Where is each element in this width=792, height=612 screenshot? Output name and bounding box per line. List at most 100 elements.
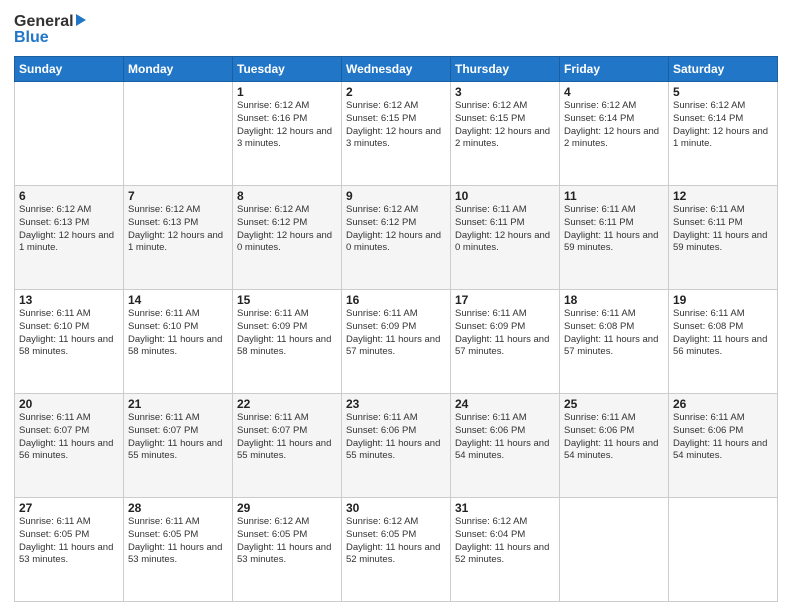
day-number: 6 bbox=[19, 189, 119, 203]
day-number: 1 bbox=[237, 85, 337, 99]
day-info: Sunrise: 6:11 AM Sunset: 6:10 PM Dayligh… bbox=[19, 308, 119, 359]
calendar-cell bbox=[560, 498, 669, 602]
day-number: 20 bbox=[19, 397, 119, 411]
calendar-cell: 24Sunrise: 6:11 AM Sunset: 6:06 PM Dayli… bbox=[451, 394, 560, 498]
calendar-header-tuesday: Tuesday bbox=[233, 57, 342, 82]
day-info: Sunrise: 6:12 AM Sunset: 6:05 PM Dayligh… bbox=[237, 516, 337, 567]
calendar-cell: 19Sunrise: 6:11 AM Sunset: 6:08 PM Dayli… bbox=[669, 290, 778, 394]
calendar-cell: 10Sunrise: 6:11 AM Sunset: 6:11 PM Dayli… bbox=[451, 186, 560, 290]
day-number: 7 bbox=[128, 189, 228, 203]
day-number: 10 bbox=[455, 189, 555, 203]
day-info: Sunrise: 6:11 AM Sunset: 6:10 PM Dayligh… bbox=[128, 308, 228, 359]
calendar-cell: 8Sunrise: 6:12 AM Sunset: 6:12 PM Daylig… bbox=[233, 186, 342, 290]
calendar-header-friday: Friday bbox=[560, 57, 669, 82]
day-number: 5 bbox=[673, 85, 773, 99]
day-info: Sunrise: 6:11 AM Sunset: 6:09 PM Dayligh… bbox=[346, 308, 446, 359]
day-number: 3 bbox=[455, 85, 555, 99]
day-info: Sunrise: 6:12 AM Sunset: 6:13 PM Dayligh… bbox=[19, 204, 119, 255]
day-info: Sunrise: 6:12 AM Sunset: 6:14 PM Dayligh… bbox=[673, 100, 773, 151]
day-number: 22 bbox=[237, 397, 337, 411]
day-info: Sunrise: 6:12 AM Sunset: 6:12 PM Dayligh… bbox=[346, 204, 446, 255]
calendar-cell: 20Sunrise: 6:11 AM Sunset: 6:07 PM Dayli… bbox=[15, 394, 124, 498]
calendar-cell: 13Sunrise: 6:11 AM Sunset: 6:10 PM Dayli… bbox=[15, 290, 124, 394]
calendar-cell: 14Sunrise: 6:11 AM Sunset: 6:10 PM Dayli… bbox=[124, 290, 233, 394]
logo: GeneralBlue bbox=[14, 10, 94, 48]
day-info: Sunrise: 6:11 AM Sunset: 6:08 PM Dayligh… bbox=[673, 308, 773, 359]
day-info: Sunrise: 6:11 AM Sunset: 6:09 PM Dayligh… bbox=[237, 308, 337, 359]
day-info: Sunrise: 6:12 AM Sunset: 6:05 PM Dayligh… bbox=[346, 516, 446, 567]
calendar-table: SundayMondayTuesdayWednesdayThursdayFrid… bbox=[14, 56, 778, 602]
day-info: Sunrise: 6:11 AM Sunset: 6:07 PM Dayligh… bbox=[237, 412, 337, 463]
day-number: 29 bbox=[237, 501, 337, 515]
day-info: Sunrise: 6:11 AM Sunset: 6:08 PM Dayligh… bbox=[564, 308, 664, 359]
calendar-cell: 3Sunrise: 6:12 AM Sunset: 6:15 PM Daylig… bbox=[451, 82, 560, 186]
calendar-cell bbox=[124, 82, 233, 186]
calendar-header-row: SundayMondayTuesdayWednesdayThursdayFrid… bbox=[15, 57, 778, 82]
calendar-cell: 12Sunrise: 6:11 AM Sunset: 6:11 PM Dayli… bbox=[669, 186, 778, 290]
day-number: 19 bbox=[673, 293, 773, 307]
day-info: Sunrise: 6:11 AM Sunset: 6:06 PM Dayligh… bbox=[455, 412, 555, 463]
day-number: 15 bbox=[237, 293, 337, 307]
day-info: Sunrise: 6:11 AM Sunset: 6:09 PM Dayligh… bbox=[455, 308, 555, 359]
calendar-header-monday: Monday bbox=[124, 57, 233, 82]
calendar-cell: 4Sunrise: 6:12 AM Sunset: 6:14 PM Daylig… bbox=[560, 82, 669, 186]
day-info: Sunrise: 6:12 AM Sunset: 6:04 PM Dayligh… bbox=[455, 516, 555, 567]
day-number: 26 bbox=[673, 397, 773, 411]
day-info: Sunrise: 6:11 AM Sunset: 6:11 PM Dayligh… bbox=[455, 204, 555, 255]
day-number: 9 bbox=[346, 189, 446, 203]
day-info: Sunrise: 6:11 AM Sunset: 6:06 PM Dayligh… bbox=[346, 412, 446, 463]
calendar-cell: 27Sunrise: 6:11 AM Sunset: 6:05 PM Dayli… bbox=[15, 498, 124, 602]
day-info: Sunrise: 6:11 AM Sunset: 6:05 PM Dayligh… bbox=[128, 516, 228, 567]
calendar-week-row: 27Sunrise: 6:11 AM Sunset: 6:05 PM Dayli… bbox=[15, 498, 778, 602]
day-number: 24 bbox=[455, 397, 555, 411]
day-number: 28 bbox=[128, 501, 228, 515]
header: GeneralBlue bbox=[14, 10, 778, 48]
calendar-week-row: 1Sunrise: 6:12 AM Sunset: 6:16 PM Daylig… bbox=[15, 82, 778, 186]
calendar-cell bbox=[669, 498, 778, 602]
calendar-cell: 21Sunrise: 6:11 AM Sunset: 6:07 PM Dayli… bbox=[124, 394, 233, 498]
calendar-cell: 16Sunrise: 6:11 AM Sunset: 6:09 PM Dayli… bbox=[342, 290, 451, 394]
calendar-cell: 31Sunrise: 6:12 AM Sunset: 6:04 PM Dayli… bbox=[451, 498, 560, 602]
calendar-cell: 7Sunrise: 6:12 AM Sunset: 6:13 PM Daylig… bbox=[124, 186, 233, 290]
page: GeneralBlue SundayMondayTuesdayWednesday… bbox=[0, 0, 792, 612]
day-info: Sunrise: 6:12 AM Sunset: 6:12 PM Dayligh… bbox=[237, 204, 337, 255]
day-info: Sunrise: 6:11 AM Sunset: 6:11 PM Dayligh… bbox=[673, 204, 773, 255]
calendar-header-thursday: Thursday bbox=[451, 57, 560, 82]
day-number: 4 bbox=[564, 85, 664, 99]
calendar-week-row: 13Sunrise: 6:11 AM Sunset: 6:10 PM Dayli… bbox=[15, 290, 778, 394]
day-info: Sunrise: 6:12 AM Sunset: 6:16 PM Dayligh… bbox=[237, 100, 337, 151]
calendar-cell: 17Sunrise: 6:11 AM Sunset: 6:09 PM Dayli… bbox=[451, 290, 560, 394]
calendar-header-wednesday: Wednesday bbox=[342, 57, 451, 82]
day-number: 12 bbox=[673, 189, 773, 203]
day-number: 30 bbox=[346, 501, 446, 515]
day-info: Sunrise: 6:12 AM Sunset: 6:15 PM Dayligh… bbox=[455, 100, 555, 151]
calendar-cell: 22Sunrise: 6:11 AM Sunset: 6:07 PM Dayli… bbox=[233, 394, 342, 498]
day-info: Sunrise: 6:11 AM Sunset: 6:06 PM Dayligh… bbox=[564, 412, 664, 463]
day-info: Sunrise: 6:11 AM Sunset: 6:07 PM Dayligh… bbox=[19, 412, 119, 463]
calendar-cell: 9Sunrise: 6:12 AM Sunset: 6:12 PM Daylig… bbox=[342, 186, 451, 290]
calendar-cell: 1Sunrise: 6:12 AM Sunset: 6:16 PM Daylig… bbox=[233, 82, 342, 186]
day-number: 21 bbox=[128, 397, 228, 411]
day-info: Sunrise: 6:11 AM Sunset: 6:05 PM Dayligh… bbox=[19, 516, 119, 567]
day-info: Sunrise: 6:12 AM Sunset: 6:15 PM Dayligh… bbox=[346, 100, 446, 151]
calendar-week-row: 6Sunrise: 6:12 AM Sunset: 6:13 PM Daylig… bbox=[15, 186, 778, 290]
calendar-header-sunday: Sunday bbox=[15, 57, 124, 82]
calendar-cell: 2Sunrise: 6:12 AM Sunset: 6:15 PM Daylig… bbox=[342, 82, 451, 186]
calendar-cell: 30Sunrise: 6:12 AM Sunset: 6:05 PM Dayli… bbox=[342, 498, 451, 602]
calendar-cell: 25Sunrise: 6:11 AM Sunset: 6:06 PM Dayli… bbox=[560, 394, 669, 498]
day-info: Sunrise: 6:11 AM Sunset: 6:11 PM Dayligh… bbox=[564, 204, 664, 255]
calendar-cell bbox=[15, 82, 124, 186]
svg-text:General: General bbox=[14, 13, 74, 30]
day-number: 31 bbox=[455, 501, 555, 515]
calendar-cell: 5Sunrise: 6:12 AM Sunset: 6:14 PM Daylig… bbox=[669, 82, 778, 186]
day-number: 16 bbox=[346, 293, 446, 307]
day-number: 8 bbox=[237, 189, 337, 203]
day-number: 23 bbox=[346, 397, 446, 411]
logo-svg: GeneralBlue bbox=[14, 10, 94, 48]
calendar-cell: 15Sunrise: 6:11 AM Sunset: 6:09 PM Dayli… bbox=[233, 290, 342, 394]
calendar-week-row: 20Sunrise: 6:11 AM Sunset: 6:07 PM Dayli… bbox=[15, 394, 778, 498]
calendar-cell: 18Sunrise: 6:11 AM Sunset: 6:08 PM Dayli… bbox=[560, 290, 669, 394]
day-number: 18 bbox=[564, 293, 664, 307]
calendar-cell: 26Sunrise: 6:11 AM Sunset: 6:06 PM Dayli… bbox=[669, 394, 778, 498]
day-number: 13 bbox=[19, 293, 119, 307]
